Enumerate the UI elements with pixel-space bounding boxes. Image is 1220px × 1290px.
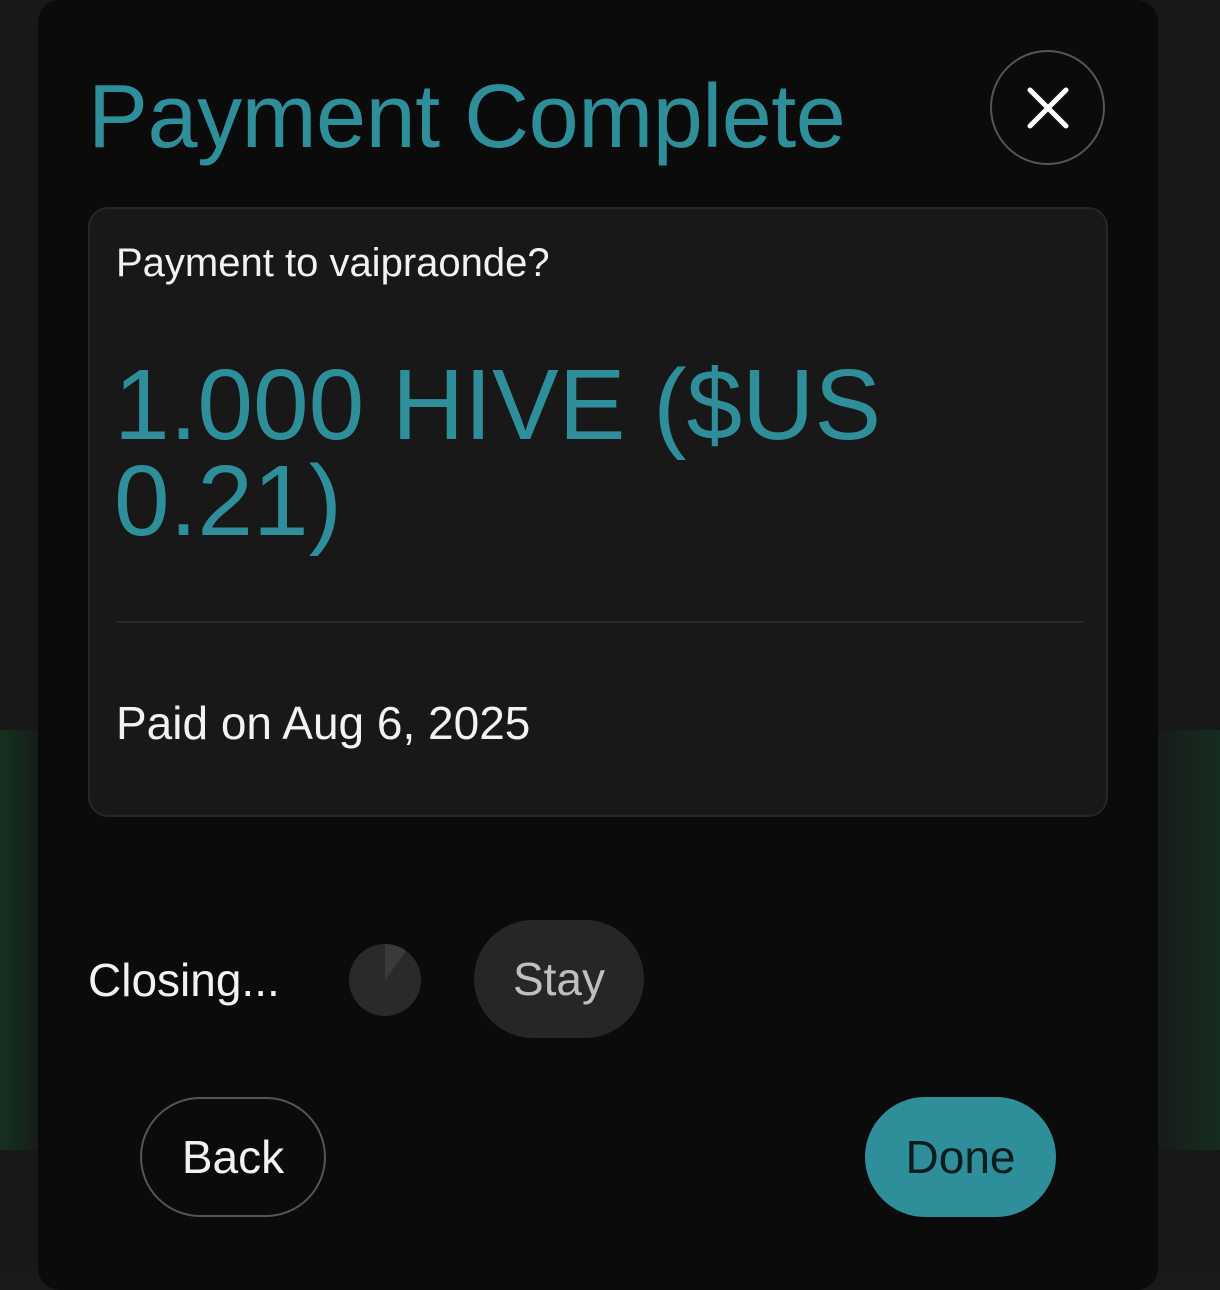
close-button[interactable] <box>990 50 1105 165</box>
paid-date: Paid on Aug 6, 2025 <box>116 697 531 749</box>
payment-details-card: Payment to vaipraonde? 1.000 HIVE ($US 0… <box>88 207 1108 817</box>
dialog-title: Payment Complete <box>88 67 846 167</box>
stay-button[interactable]: Stay <box>474 920 644 1038</box>
background-glow-left <box>0 730 40 1150</box>
background-glow-right <box>1156 730 1220 1150</box>
close-icon <box>1027 87 1068 128</box>
closing-status: Closing... <box>88 954 280 1006</box>
payment-complete-dialog: Payment Complete Payment to vaipraonde? … <box>38 0 1158 1290</box>
payment-recipient-label: Payment to vaipraonde? <box>116 241 550 285</box>
done-button[interactable]: Done <box>865 1097 1056 1217</box>
countdown-timer-icon <box>349 944 421 1016</box>
back-button[interactable]: Back <box>140 1097 326 1217</box>
card-divider <box>116 621 1084 623</box>
payment-amount: 1.000 HIVE ($US 0.21) <box>114 349 882 557</box>
